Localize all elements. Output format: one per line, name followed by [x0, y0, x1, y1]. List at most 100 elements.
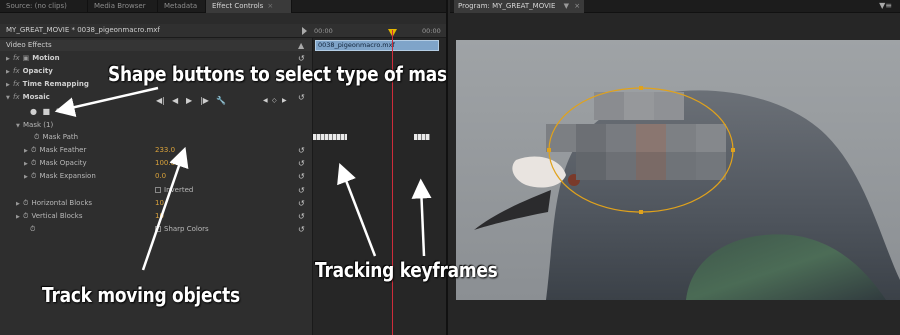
mosaic-label: Mosaic — [22, 93, 50, 101]
program-tab[interactable]: Program: MY_GREAT_MOVIE ▼ × — [454, 0, 585, 13]
reset-icon[interactable]: ↺ — [298, 145, 305, 156]
timeline-clip-label: 0038_pigeonmacro.mxf — [318, 41, 395, 49]
mask-feather-value[interactable]: 233.0 — [155, 145, 175, 156]
horizontal-blocks-value[interactable]: 10 — [155, 198, 164, 209]
vertical-blocks-row[interactable]: ▶ ⏱ Vertical Blocks 10 ↺ — [0, 211, 312, 222]
reset-icon[interactable]: ↺ — [298, 92, 305, 103]
reset-icon[interactable]: ↺ — [298, 224, 305, 235]
add-keyframe-icon[interactable]: ◇ — [272, 97, 277, 104]
mask-shape-buttons: ● ■ ✎ — [0, 106, 312, 117]
clip-path-label: MY_GREAT_MOVIE * 0038_pigeonmacro.mxf — [6, 26, 160, 34]
tab-source[interactable]: Source: (no clips) — [0, 0, 88, 13]
stopwatch-icon[interactable]: ⏱ — [31, 159, 36, 167]
rectangle-mask-icon[interactable]: ■ — [43, 107, 51, 116]
vertical-blocks-value[interactable]: 10 — [155, 211, 164, 222]
clip-path-row: MY_GREAT_MOVIE * 0038_pigeonmacro.mxf — [0, 24, 446, 38]
wrench-icon[interactable]: 🔧 — [216, 96, 226, 105]
stopwatch-icon[interactable]: ⏱ — [30, 225, 35, 233]
motion-label: Motion — [32, 54, 60, 62]
chevron-down-icon[interactable]: ▼ — [6, 93, 13, 104]
program-tab-bar: Program: MY_GREAT_MOVIE ▼ × ▼≡ — [450, 0, 900, 13]
mask-path-label: Mask Path — [42, 133, 79, 141]
chevron-right-icon[interactable]: ▶ — [24, 146, 31, 157]
mask-expansion-row[interactable]: ▶ ⏱ Mask Expansion 0.0 ↺ — [0, 171, 312, 182]
panel-tabs: Source: (no clips) Media Browser Metadat… — [0, 0, 446, 13]
vertical-blocks-label: Vertical Blocks — [31, 212, 83, 220]
chevron-right-icon[interactable]: ▶ — [6, 67, 13, 78]
timeline-clip[interactable]: 0038_pigeonmacro.mxf — [315, 40, 439, 51]
tracking-keyframes-a[interactable] — [313, 134, 347, 140]
tab-effect-controls-label: Effect Controls — [212, 2, 264, 10]
fx-icon[interactable]: fx — [13, 54, 20, 62]
track-backward-one-icon[interactable]: ◀| — [156, 96, 165, 105]
mask-label: Mask (1) — [23, 121, 54, 129]
sharp-colors-checkbox[interactable] — [155, 226, 161, 232]
tracking-keyframes-b[interactable] — [414, 134, 430, 140]
ruler-start: 00:00 — [314, 27, 333, 35]
reset-icon[interactable]: ↺ — [298, 171, 305, 182]
close-icon[interactable]: × — [267, 2, 273, 10]
chevron-right-icon[interactable]: ▶ — [16, 212, 23, 223]
chevron-right-icon[interactable]: ▶ — [6, 80, 13, 91]
annotation-keyframes: Tracking keyframes — [315, 258, 498, 282]
program-tab-label: Program: MY_GREAT_MOVIE — [458, 2, 556, 10]
chevron-right-icon[interactable]: ▶ — [24, 172, 31, 183]
tab-metadata-label: Metadata — [164, 2, 198, 10]
tab-effect-controls[interactable]: Effect Controls × — [206, 0, 292, 13]
fx-icon[interactable]: fx — [13, 67, 20, 75]
close-icon[interactable]: × — [574, 2, 580, 10]
prev-keyframe-icon[interactable]: ◀ — [263, 97, 268, 104]
chevron-right-icon[interactable]: ▶ — [16, 199, 23, 210]
mask-opacity-row[interactable]: ▶ ⏱ Mask Opacity 100.0 ↺ — [0, 158, 312, 169]
mask-opacity-value[interactable]: 100.0 — [155, 158, 175, 169]
horizontal-blocks-row[interactable]: ▶ ⏱ Horizontal Blocks 10 ↺ — [0, 198, 312, 209]
stopwatch-icon[interactable]: ⏱ — [23, 199, 28, 207]
tab-media-browser-label: Media Browser — [94, 2, 146, 10]
ruler-end: 00:00 — [422, 27, 441, 35]
stopwatch-icon[interactable]: ⏱ — [34, 133, 39, 141]
chevron-right-icon[interactable]: ▶ — [6, 54, 13, 65]
reset-icon[interactable]: ↺ — [298, 198, 305, 209]
play-icon[interactable] — [302, 27, 307, 35]
mask-row[interactable]: ▼ Mask (1) — [0, 120, 312, 131]
horizontal-blocks-label: Horizontal Blocks — [31, 199, 93, 207]
reset-icon[interactable]: ↺ — [298, 185, 305, 196]
track-forward-icon[interactable]: ▶ — [186, 96, 192, 105]
mask-feather-row[interactable]: ▶ ⏱ Mask Feather 233.0 ↺ — [0, 145, 312, 156]
panel-menu-icon[interactable]: ▼≡ — [879, 1, 892, 10]
tab-media-browser[interactable]: Media Browser — [88, 0, 158, 13]
stopwatch-icon[interactable]: ⏱ — [31, 146, 36, 154]
next-keyframe-icon[interactable]: ▶ — [282, 97, 287, 104]
track-backward-icon[interactable]: ◀ — [172, 96, 178, 105]
sharp-colors-row[interactable]: ⏱ Sharp Colors ↺ — [0, 224, 312, 235]
reset-icon[interactable]: ↺ — [298, 158, 305, 169]
reset-icon[interactable]: ↺ — [298, 211, 305, 222]
mask-path-row[interactable]: ⏱ Mask Path — [0, 132, 312, 143]
tab-source-label: Source: (no clips) — [6, 2, 67, 10]
inverted-row[interactable]: Inverted ↺ — [0, 185, 312, 196]
chevron-right-icon[interactable]: ▶ — [24, 159, 31, 170]
video-effects-header: Video Effects ▲ — [0, 40, 312, 51]
program-monitor: Program: MY_GREAT_MOVIE ▼ × ▼≡ — [450, 0, 900, 335]
tab-metadata[interactable]: Metadata — [158, 0, 206, 13]
inverted-checkbox[interactable] — [155, 187, 161, 193]
video-frame[interactable] — [456, 40, 900, 300]
fx-icon: fx — [13, 80, 20, 88]
fx-icon[interactable]: fx — [13, 93, 20, 101]
pen-mask-icon[interactable]: ✎ — [56, 107, 63, 116]
effect-controls-panel: Source: (no clips) Media Browser Metadat… — [0, 0, 448, 335]
ellipse-mask-icon[interactable]: ● — [30, 107, 37, 116]
mask-opacity-label: Mask Opacity — [39, 159, 87, 167]
dropdown-icon[interactable]: ▼ — [564, 2, 569, 10]
stopwatch-icon[interactable]: ⏱ — [31, 172, 36, 180]
annotation-track: Track moving objects — [42, 283, 240, 307]
mask-expansion-value[interactable]: 0.0 — [155, 171, 166, 182]
chevron-down-icon[interactable]: ▼ — [16, 121, 23, 132]
stopwatch-icon[interactable]: ⏱ — [23, 212, 28, 220]
panel-menu-icon[interactable]: ▲ — [298, 40, 304, 51]
inverted-label: Inverted — [164, 186, 194, 194]
sharp-colors-label: Sharp Colors — [164, 225, 209, 233]
annotation-shape-buttons: Shape buttons to select type of mask — [108, 62, 448, 86]
track-forward-one-icon[interactable]: |▶ — [200, 96, 209, 105]
pigeon-frame — [456, 40, 900, 300]
